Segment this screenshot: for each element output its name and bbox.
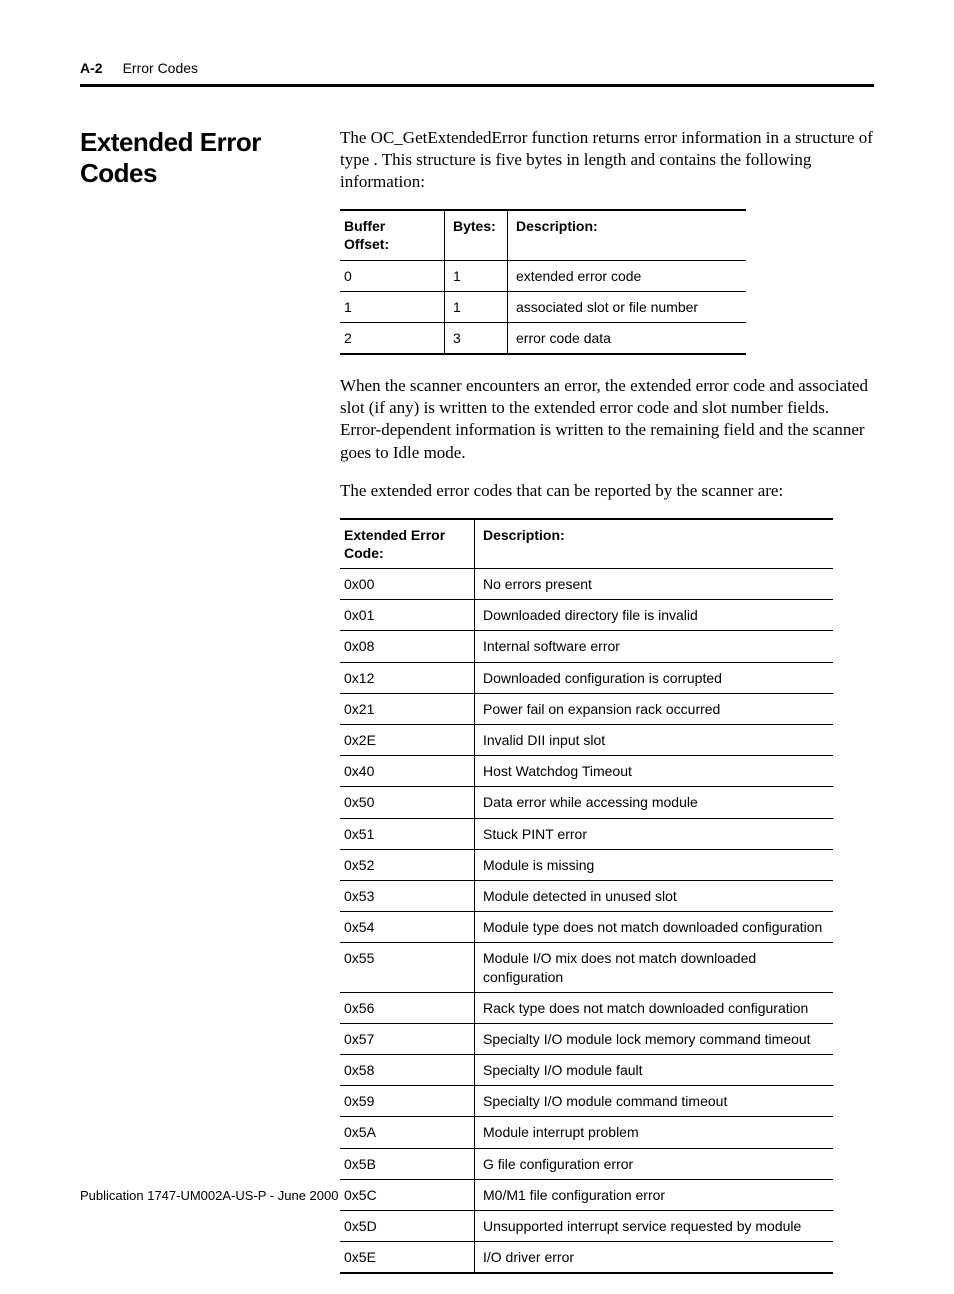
cell-code: 0x5D xyxy=(340,1211,475,1242)
cell-code: 0x5B xyxy=(340,1148,475,1179)
page-number: A-2 xyxy=(80,60,103,76)
table-row: 0x51Stuck PINT error xyxy=(340,818,833,849)
table-row: 0x00No errors present xyxy=(340,569,833,600)
table-row: 0x5EI/O driver error xyxy=(340,1242,833,1274)
cell-description: Specialty I/O module command timeout xyxy=(475,1086,834,1117)
table-header: Description: xyxy=(475,519,834,569)
cell-description: Invalid DII input slot xyxy=(475,725,834,756)
cell-offset: 0 xyxy=(340,260,445,291)
table-header: Extended Error Code: xyxy=(340,519,475,569)
table-row: 0x5CM0/M1 file configuration error xyxy=(340,1179,833,1210)
cell-code: 0x5E xyxy=(340,1242,475,1274)
table-row: 01extended error code xyxy=(340,260,746,291)
table-row: 23error code data xyxy=(340,323,746,355)
cell-bytes: 3 xyxy=(445,323,508,355)
cell-code: 0x21 xyxy=(340,693,475,724)
cell-code: 0x51 xyxy=(340,818,475,849)
page-header: A-2 Error Codes xyxy=(80,60,874,76)
cell-description: Specialty I/O module lock memory command… xyxy=(475,1023,834,1054)
intro-paragraph: The OC_GetExtendedError function returns… xyxy=(340,127,874,193)
cell-description: G file configuration error xyxy=(475,1148,834,1179)
cell-description: Downloaded directory file is invalid xyxy=(475,600,834,631)
cell-bytes: 1 xyxy=(445,291,508,322)
middle-paragraph: When the scanner encounters an error, th… xyxy=(340,375,874,463)
cell-description: M0/M1 file configuration error xyxy=(475,1179,834,1210)
cell-description: Module I/O mix does not match downloaded… xyxy=(475,943,834,992)
cell-description: Host Watchdog Timeout xyxy=(475,756,834,787)
cell-offset: 2 xyxy=(340,323,445,355)
cell-description: Internal software error xyxy=(475,631,834,662)
section-heading: Extended Error Codes xyxy=(80,127,340,189)
header-rule xyxy=(80,84,874,87)
header-title: Error Codes xyxy=(123,60,198,76)
table-header: Description: xyxy=(508,210,747,260)
cell-description: Specialty I/O module fault xyxy=(475,1055,834,1086)
cell-description: extended error code xyxy=(508,260,747,291)
table-row: 0x52Module is missing xyxy=(340,849,833,880)
cell-code: 0x57 xyxy=(340,1023,475,1054)
cell-description: Module detected in unused slot xyxy=(475,880,834,911)
cell-description: Power fail on expansion rack occurred xyxy=(475,693,834,724)
cell-description: Rack type does not match downloaded conf… xyxy=(475,992,834,1023)
table-row: 0x21Power fail on expansion rack occurre… xyxy=(340,693,833,724)
table-row: 0x58Specialty I/O module fault xyxy=(340,1055,833,1086)
table-row: 0x5BG file configuration error xyxy=(340,1148,833,1179)
cell-code: 0x50 xyxy=(340,787,475,818)
table-row: 11associated slot or file number xyxy=(340,291,746,322)
cell-code: 0x5C xyxy=(340,1179,475,1210)
cell-description: associated slot or file number xyxy=(508,291,747,322)
cell-description: Unsupported interrupt service requested … xyxy=(475,1211,834,1242)
table-row: 0x53Module detected in unused slot xyxy=(340,880,833,911)
table-row: 0x2EInvalid DII input slot xyxy=(340,725,833,756)
cell-code: 0x58 xyxy=(340,1055,475,1086)
table-row: 0x54Module type does not match downloade… xyxy=(340,912,833,943)
cell-description: error code data xyxy=(508,323,747,355)
cell-code: 0x56 xyxy=(340,992,475,1023)
cell-code: 0x5A xyxy=(340,1117,475,1148)
cell-description: No errors present xyxy=(475,569,834,600)
table-row: 0x50Data error while accessing module xyxy=(340,787,833,818)
table-row: 0x55Module I/O mix does not match downlo… xyxy=(340,943,833,992)
cell-code: 0x54 xyxy=(340,912,475,943)
table-row: 0x01Downloaded directory file is invalid xyxy=(340,600,833,631)
cell-code: 0x12 xyxy=(340,662,475,693)
publication-footer: Publication 1747-UM002A-US-P - June 2000 xyxy=(80,1188,338,1203)
cell-description: Data error while accessing module xyxy=(475,787,834,818)
cell-code: 0x2E xyxy=(340,725,475,756)
table-header: Buffer Offset: xyxy=(340,210,445,260)
cell-code: 0x08 xyxy=(340,631,475,662)
cell-code: 0x00 xyxy=(340,569,475,600)
cell-description: I/O driver error xyxy=(475,1242,834,1274)
table-row: 0x59Specialty I/O module command timeout xyxy=(340,1086,833,1117)
table-row: 0x57Specialty I/O module lock memory com… xyxy=(340,1023,833,1054)
table-row: 0x08Internal software error xyxy=(340,631,833,662)
error-codes-table: Extended Error Code: Description: 0x00No… xyxy=(340,518,833,1275)
cell-description: Module interrupt problem xyxy=(475,1117,834,1148)
table-row: 0x5DUnsupported interrupt service reques… xyxy=(340,1211,833,1242)
table-header: Bytes: xyxy=(445,210,508,260)
cell-description: Downloaded configuration is corrupted xyxy=(475,662,834,693)
table-row: 0x40Host Watchdog Timeout xyxy=(340,756,833,787)
cell-description: Module is missing xyxy=(475,849,834,880)
cell-offset: 1 xyxy=(340,291,445,322)
cell-code: 0x40 xyxy=(340,756,475,787)
cell-description: Stuck PINT error xyxy=(475,818,834,849)
cell-code: 0x55 xyxy=(340,943,475,992)
table-row: 0x5AModule interrupt problem xyxy=(340,1117,833,1148)
codes-lead-paragraph: The extended error codes that can be rep… xyxy=(340,480,874,502)
cell-code: 0x01 xyxy=(340,600,475,631)
buffer-offset-table: Buffer Offset: Bytes: Description: 01ext… xyxy=(340,209,746,355)
table-row: 0x12Downloaded configuration is corrupte… xyxy=(340,662,833,693)
cell-code: 0x52 xyxy=(340,849,475,880)
cell-code: 0x53 xyxy=(340,880,475,911)
cell-bytes: 1 xyxy=(445,260,508,291)
cell-description: Module type does not match downloaded co… xyxy=(475,912,834,943)
cell-code: 0x59 xyxy=(340,1086,475,1117)
table-row: 0x56Rack type does not match downloaded … xyxy=(340,992,833,1023)
